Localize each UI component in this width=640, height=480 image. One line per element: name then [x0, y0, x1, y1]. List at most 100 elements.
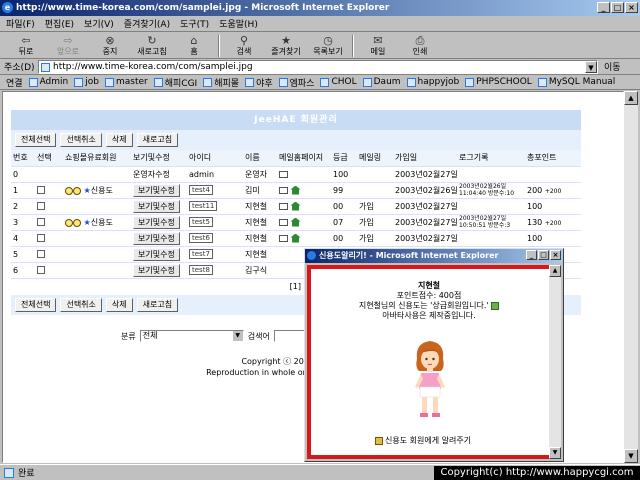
board-refresh-button[interactable]: 새로고침 [136, 133, 179, 147]
user-name: 지현철 [243, 230, 277, 247]
log-record: 2003년02월26일 11:04:40 방문수:10 [457, 182, 525, 199]
link-empas[interactable]: 엠파스 [278, 76, 314, 89]
home-icon[interactable] [290, 201, 301, 211]
scroll-down-icon[interactable]: ▼ [624, 449, 638, 463]
mail-button[interactable]: ✉ 메일 [358, 34, 398, 58]
menu-help[interactable]: 도움말(H) [219, 17, 258, 30]
link-master[interactable]: master [104, 77, 148, 87]
link-happyjob[interactable]: happyjob [406, 77, 459, 87]
minimize-button[interactable]: _ [597, 2, 610, 13]
go-button[interactable]: 이동 [604, 60, 621, 73]
menu-file[interactable]: 파일(F) [6, 17, 35, 30]
refresh-button[interactable]: ↻ 새로고침 [132, 34, 172, 58]
menu-tools[interactable]: 도구(T) [180, 17, 209, 30]
link-happycgi[interactable]: 해피CGI [153, 76, 197, 89]
link-daum[interactable]: Daum [362, 77, 401, 87]
glasses-icon [65, 218, 81, 227]
vertical-scrollbar[interactable]: ▲ ▼ [624, 91, 638, 463]
menu-view[interactable]: 보기(V) [84, 17, 114, 30]
favorites-button[interactable]: ★ 즐겨찾기 [266, 34, 306, 58]
home-icon[interactable] [290, 233, 301, 243]
home-icon[interactable] [290, 217, 301, 227]
view-edit-cell: 보기및수정 [131, 246, 187, 263]
popup-scrollbar[interactable]: ▲ ▼ [549, 265, 561, 459]
row-checkbox[interactable] [37, 186, 45, 194]
column-header: 쇼핑몰유료회원 [63, 150, 131, 167]
menu-favorites[interactable]: 즐겨찾기(A) [124, 17, 170, 30]
user-name: 지현철 [243, 214, 277, 231]
close-button[interactable]: × [625, 2, 638, 13]
link-yahoo[interactable]: 야후 [245, 76, 273, 89]
delete-button-bottom[interactable]: 삭제 [105, 297, 133, 312]
address-input[interactable]: http://www.time-korea.com/com/samplei.jp… [38, 59, 598, 74]
link-phpschool[interactable]: PHPSCHOOL [465, 77, 532, 87]
mail-icon[interactable] [279, 186, 288, 194]
view-edit-button[interactable]: 보기및수정 [133, 199, 180, 213]
view-edit-button[interactable]: 보기및수정 [133, 183, 180, 197]
search-button[interactable]: ⚲ 검색 [224, 34, 264, 58]
row-select-cell [35, 166, 63, 183]
table-header-row: 번호 선택 쇼핑몰유료회원 보기및수정 아이디 이름 메일홈페이지 등급 메일링… [11, 150, 581, 167]
scroll-up-icon[interactable]: ▲ [549, 265, 561, 277]
category-select[interactable]: 전체 ▼ [139, 330, 244, 342]
popup-avatar-note: 아바타사용은 제작중입니다. [382, 311, 476, 320]
column-header: 이름 [243, 150, 277, 167]
refresh-button-bottom[interactable]: 새로고침 [136, 297, 179, 312]
user-name: 지현철 [243, 246, 277, 263]
back-button[interactable]: ⇦ 뒤로 [6, 34, 46, 58]
star-icon: ★ [83, 217, 91, 227]
board-heading: JeeHAE 회원관리 [11, 110, 581, 130]
view-edit-button[interactable]: 보기및수정 [133, 215, 180, 229]
link-chol[interactable]: CHOL [320, 77, 357, 87]
row-select-cell [35, 230, 63, 247]
user-id: test8 [187, 262, 243, 279]
popup-close-button[interactable]: × [550, 250, 561, 260]
popup-points: 포인트점수: 400점 [396, 291, 462, 300]
ie-icon [307, 251, 316, 260]
notify-member-link[interactable]: 신용도 회원에게 알려주기 [375, 435, 471, 446]
scroll-up-icon[interactable]: ▲ [624, 91, 638, 105]
mail-icon[interactable] [279, 170, 288, 178]
row-checkbox[interactable] [37, 202, 45, 210]
link-admin[interactable]: Admin [28, 77, 68, 87]
mail-icon[interactable] [279, 234, 288, 242]
popup-minimize-button[interactable]: _ [526, 250, 537, 260]
link-mysql-manual[interactable]: MySQL Manual [537, 77, 615, 87]
home-icon[interactable] [290, 185, 301, 195]
print-button[interactable]: ⎙ 인쇄 [400, 34, 440, 58]
row-checkbox[interactable] [37, 234, 45, 242]
view-edit-button[interactable]: 보기및수정 [133, 231, 180, 245]
select-all-button-bottom[interactable]: 전체선택 [15, 297, 57, 312]
view-edit-cell: 보기및수정 [131, 198, 187, 215]
row-select-cell [35, 246, 63, 263]
row-checkbox[interactable] [37, 250, 45, 258]
link-job[interactable]: job [74, 77, 99, 87]
deselect-button[interactable]: 선택취소 [60, 133, 102, 147]
shop-member-cell: ★신용도 [63, 214, 131, 231]
popup-maximize-button[interactable]: □ [538, 250, 549, 260]
maximize-button[interactable]: □ [611, 2, 624, 13]
credit-badge[interactable]: 신용도 [91, 186, 113, 195]
view-edit-button[interactable]: 보기및수정 [133, 247, 180, 261]
link-page-icon [153, 77, 163, 87]
admin-edit-link[interactable]: 운영자수정 [133, 170, 170, 179]
credit-badge[interactable]: 신용도 [91, 218, 113, 227]
view-edit-button[interactable]: 보기및수정 [133, 263, 180, 277]
link-happymall[interactable]: 해피몰 [203, 76, 239, 89]
menu-edit[interactable]: 편집(E) [45, 17, 74, 30]
history-button[interactable]: ◷ 목록보기 [308, 34, 348, 58]
scroll-down-icon[interactable]: ▼ [549, 447, 561, 459]
delete-button[interactable]: 삭제 [105, 133, 133, 147]
select-all-button[interactable]: 전체선택 [15, 133, 57, 147]
forward-button[interactable]: ⇨ 앞으로 [48, 34, 88, 58]
row-checkbox[interactable] [37, 218, 45, 226]
stop-button[interactable]: ⊗ 중지 [90, 34, 130, 58]
address-dropdown-icon[interactable]: ▼ [585, 60, 597, 73]
view-edit-cell: 보기및수정 [131, 262, 187, 279]
row-checkbox[interactable] [37, 266, 45, 274]
home-button[interactable]: ⌂ 홈 [174, 34, 214, 58]
user-id: test5 [187, 214, 243, 231]
mail-icon[interactable] [279, 218, 288, 226]
mail-icon[interactable] [279, 202, 288, 210]
deselect-button-bottom[interactable]: 선택취소 [60, 297, 102, 312]
